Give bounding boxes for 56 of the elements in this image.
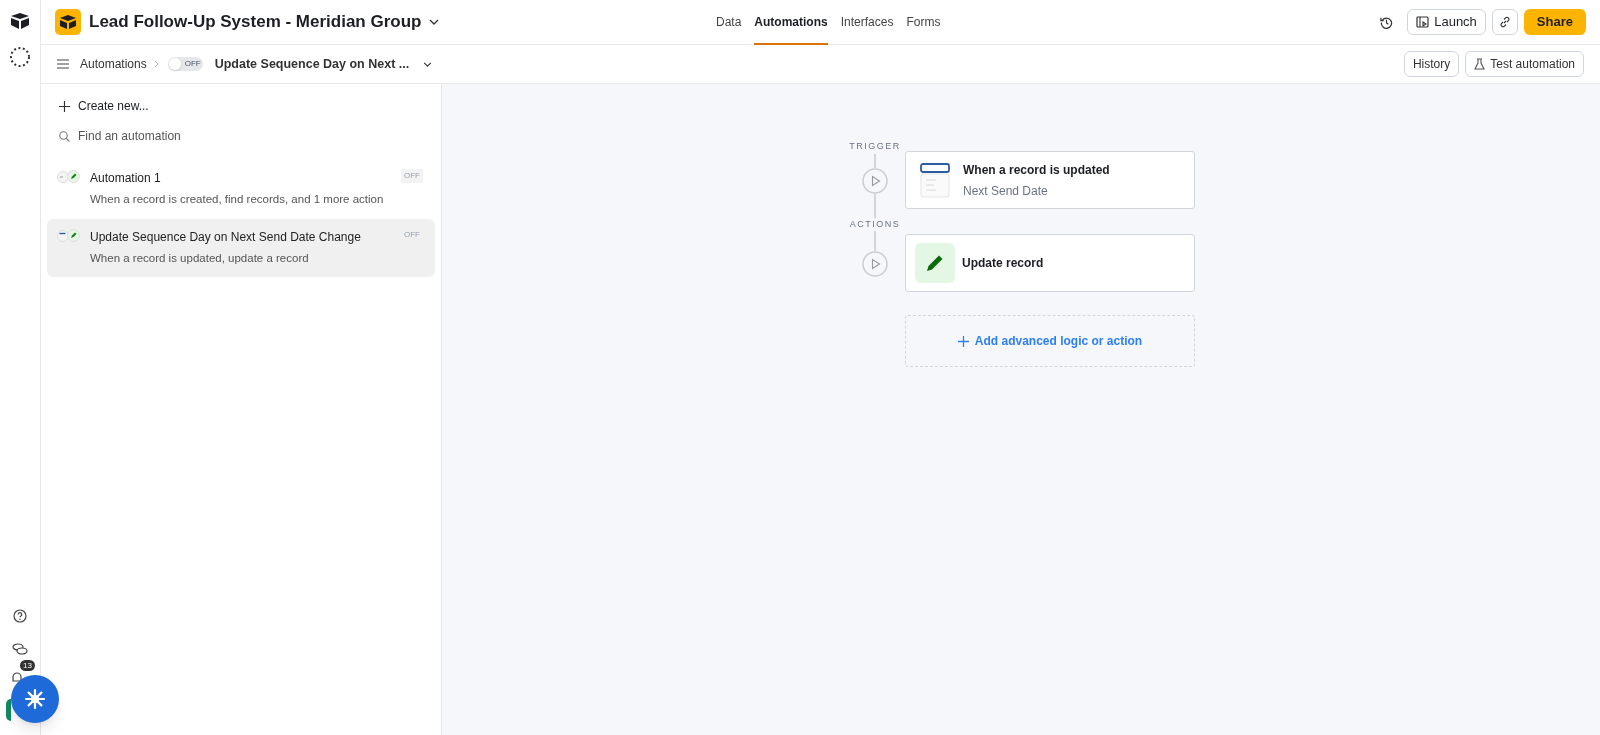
link-button[interactable] <box>1491 9 1518 35</box>
create-new-button[interactable]: Create new... <box>47 96 149 116</box>
base-logo-icon[interactable] <box>55 9 81 35</box>
trigger-card[interactable]: When a record is updated Next Send Date <box>905 151 1195 209</box>
sparkle-icon <box>24 688 46 710</box>
search-field[interactable]: Find an automation <box>78 127 378 145</box>
dots-icon <box>57 170 69 183</box>
history-button[interactable]: History <box>1403 51 1460 77</box>
automation-toggle[interactable]: OFF <box>167 57 203 71</box>
trigger-title: When a record is updated <box>963 161 1110 179</box>
pencil-icon <box>67 170 80 183</box>
history-icon[interactable] <box>1380 15 1394 29</box>
add-logic-button[interactable]: Add advanced logic or action <box>905 315 1195 367</box>
share-button[interactable]: Share <box>1523 9 1586 35</box>
base-name-dropdown[interactable]: Lead Follow-Up System - Meridian Group <box>89 9 440 35</box>
spinner-icon[interactable] <box>9 46 31 68</box>
pencil-icon <box>67 229 80 243</box>
help-icon[interactable] <box>13 609 27 623</box>
launch-icon <box>1416 16 1430 28</box>
avatar[interactable] <box>6 699 11 721</box>
menu-icon[interactable] <box>57 59 69 69</box>
status-label: OFF <box>401 169 423 183</box>
plus-icon <box>957 335 969 347</box>
status-label: OFF <box>403 229 421 242</box>
action-card[interactable]: Update record <box>905 234 1195 292</box>
action-title: Update record <box>962 255 1044 272</box>
assistant-button[interactable] <box>11 675 59 723</box>
search-icon <box>59 130 70 142</box>
section-label: ACTIONS <box>849 217 901 231</box>
flask-icon <box>1474 58 1486 70</box>
notification-badge: 13 <box>20 660 35 671</box>
nav-tab[interactable]: Interfaces <box>840 0 894 45</box>
breadcrumb-link[interactable]: Automations <box>80 55 147 73</box>
section-label: TRIGGER <box>849 140 901 153</box>
nav-tab[interactable]: Forms <box>906 0 941 45</box>
test-button[interactable]: Test automation <box>1465 51 1584 77</box>
automation-title-dropdown[interactable]: Update Sequence Day on Next ... <box>214 54 433 74</box>
nav-tab[interactable]: Automations <box>754 0 828 45</box>
automation-description: When a record is created, find records, and 1 more action <box>90 192 385 207</box>
automation-name: Update Sequence Day on Next Send Date Change <box>90 229 362 247</box>
automation-item[interactable]: Automation 1 When a record is created, find records, and 1 more action OFF <box>47 160 435 218</box>
automation-description: When a record is updated, update a record <box>90 251 310 267</box>
automation-item[interactable]: Update Sequence Day on Next Send Date Change When a record is updated, update a record OFF <box>47 219 435 277</box>
chevron-icon <box>429 19 440 25</box>
logo-icon[interactable] <box>10 12 30 30</box>
coins-icon[interactable] <box>12 643 28 655</box>
bell-icon[interactable] <box>10 671 24 685</box>
nav-tab[interactable]: Data <box>716 0 742 45</box>
chevron-right-icon <box>153 60 159 68</box>
automation-name: Automation 1 <box>90 170 162 187</box>
chevron-icon <box>423 61 433 67</box>
pencil-icon <box>915 243 955 283</box>
trigger-field: Next Send Date <box>963 181 1110 200</box>
launch-button[interactable]: Launch <box>1407 9 1486 35</box>
plus-icon <box>59 100 70 112</box>
link-icon <box>1498 16 1511 28</box>
